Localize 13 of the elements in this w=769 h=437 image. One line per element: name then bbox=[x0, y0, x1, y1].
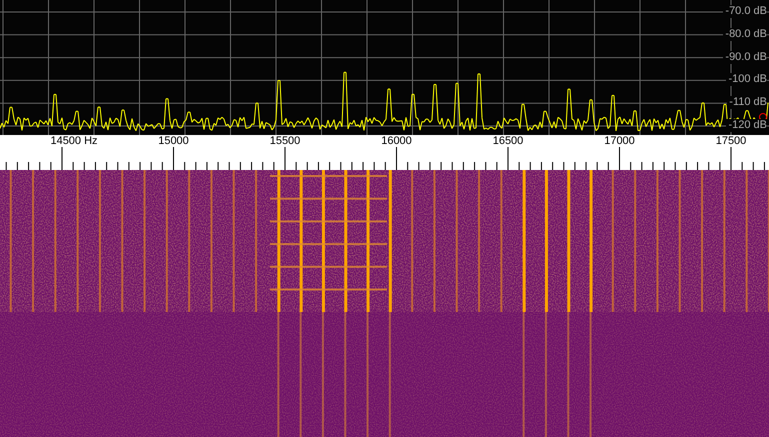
db-label: -90.0 dB bbox=[723, 50, 767, 64]
db-label: -110 dB bbox=[727, 96, 767, 110]
frequency-label: 16000 bbox=[381, 135, 412, 148]
frequency-label: 15000 bbox=[158, 135, 189, 148]
db-label: -80.0 dB bbox=[723, 28, 767, 41]
frequency-label: 17500 bbox=[716, 135, 746, 148]
frequency-label: 14500 Hz bbox=[50, 135, 98, 148]
frequency-label: 16500 bbox=[492, 135, 524, 148]
db-label: -120 dB bbox=[726, 119, 767, 132]
db-label: -70.0 dB bbox=[723, 5, 767, 18]
db-label: -100 dB bbox=[726, 73, 767, 86]
frequency-label: 15500 bbox=[270, 135, 300, 148]
frequency-label: 17000 bbox=[604, 135, 635, 148]
